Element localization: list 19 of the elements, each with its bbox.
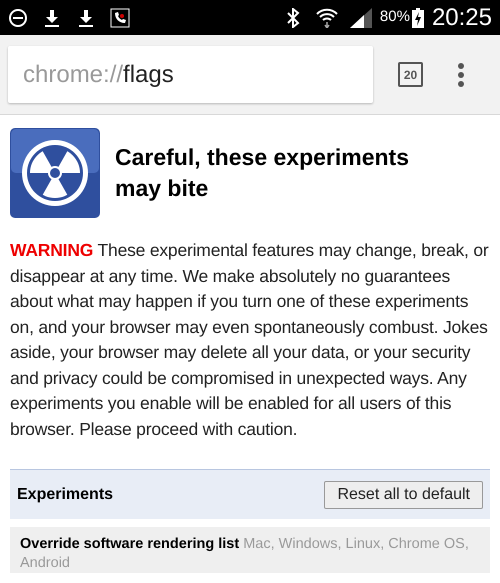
battery-charging-icon xyxy=(412,8,424,28)
wifi-icon xyxy=(316,8,338,28)
clock-time: 20:25 xyxy=(432,2,492,32)
battery-percent: 80% xyxy=(380,7,410,28)
address-bar[interactable]: chrome://flags xyxy=(8,46,373,103)
do-not-disturb-icon xyxy=(8,8,28,28)
tab-count-button[interactable]: 20 xyxy=(398,62,423,87)
experiment-summary: Override software rendering list Mac, Windows, Linux, Chrome OS, Android xyxy=(20,535,470,573)
missed-call-icon xyxy=(110,8,130,28)
signal-icon xyxy=(350,8,372,28)
download-icon xyxy=(44,8,60,26)
reset-button[interactable]: Reset all to default xyxy=(324,480,483,508)
section-title: Experiments xyxy=(17,484,114,504)
page-title: Careful, these experiments may bite xyxy=(115,143,410,203)
download-icon xyxy=(78,8,94,26)
radiation-warning-icon xyxy=(10,128,100,218)
warning-paragraph: WARNING These experimental features may change, break, or disappear at any time. We make absolutely no guarantees about what may happen if you turn one of these experiments on, and your browser may even spontaneously combust. Jokes aside, your browser may delete all your data, or your security and privacy could be compromised in unexpected ways. Any experiments you enable will be enabled for all users of this browser. Please proceed with caution. xyxy=(10,239,490,441)
bluetooth-icon xyxy=(286,8,300,28)
menu-icon[interactable] xyxy=(458,62,464,86)
